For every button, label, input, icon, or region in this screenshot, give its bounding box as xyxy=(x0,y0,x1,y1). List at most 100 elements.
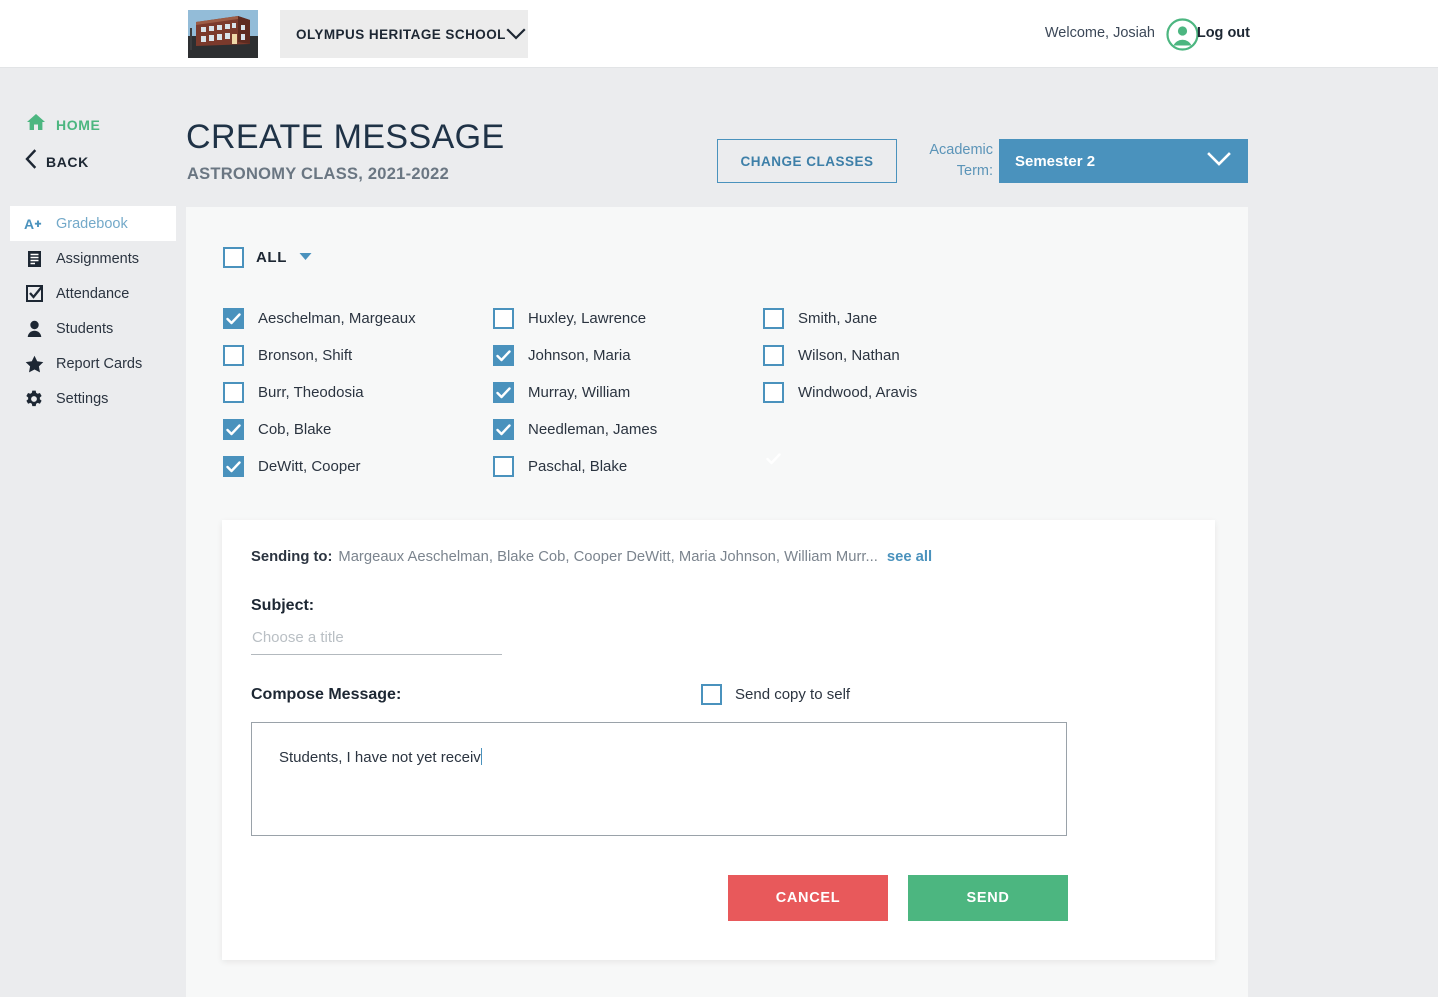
recipient-row[interactable]: Burr, Theodosia xyxy=(223,374,503,411)
home-icon xyxy=(26,113,46,136)
sending-to-label: Sending to: xyxy=(251,549,332,565)
recipient-row[interactable]: Aeschelman, Margeaux xyxy=(223,300,503,337)
recipient-checkbox[interactable] xyxy=(763,345,784,366)
recipient-row[interactable]: Smith, Jane xyxy=(763,300,1043,337)
gear-icon xyxy=(24,390,44,408)
sidebar-item-label: Students xyxy=(56,321,113,337)
caret-down-icon[interactable] xyxy=(299,248,312,266)
school-selector[interactable]: OLYMPUS HERITAGE SCHOOL xyxy=(280,10,528,58)
sidebar-home-link[interactable]: HOME xyxy=(26,113,100,136)
sidebar-item-settings[interactable]: Settings xyxy=(10,381,176,416)
recipient-checkbox[interactable] xyxy=(223,308,244,329)
academic-term-value: Semester 2 xyxy=(1015,153,1095,170)
welcome-text: Welcome, Josiah xyxy=(1045,25,1155,41)
star-icon xyxy=(24,355,44,373)
recipient-row[interactable]: Murray, William xyxy=(493,374,773,411)
recipient-checkbox[interactable] xyxy=(493,382,514,403)
recipient-name: Burr, Theodosia xyxy=(258,384,364,401)
sidebar-item-label: Attendance xyxy=(56,286,129,302)
recipient-checkbox[interactable] xyxy=(223,382,244,403)
sidebar-item-label: Gradebook xyxy=(56,216,128,232)
recipient-name: Windwood, Aravis xyxy=(798,384,917,401)
recipient-row[interactable]: Cob, Blake xyxy=(223,411,503,448)
compose-card: Sending to: Margeaux Aeschelman, Blake Co… xyxy=(222,520,1215,960)
checkbox-icon xyxy=(24,285,44,302)
school-name: OLYMPUS HERITAGE SCHOOL xyxy=(296,27,506,42)
message-textarea[interactable]: Students, I have not yet receiv xyxy=(251,722,1067,836)
sidebar-back-label: BACK xyxy=(46,154,89,170)
recipient-checkbox[interactable] xyxy=(223,345,244,366)
message-text-wrapper: Students, I have not yet receiv xyxy=(279,748,482,766)
sidebar: HOME BACK A Gradebook xyxy=(0,68,186,997)
cancel-button[interactable]: CANCEL xyxy=(728,875,888,921)
academic-term-dropdown[interactable]: Semester 2 xyxy=(999,139,1248,183)
academic-term-label: Academic Term: xyxy=(907,140,993,182)
chevron-down-icon xyxy=(506,28,526,41)
recipient-name: Bronson, Shift xyxy=(258,347,352,364)
sending-to-names: Margeaux Aeschelman, Blake Cob, Cooper D… xyxy=(338,549,877,565)
recipient-checkbox[interactable] xyxy=(493,456,514,477)
school-building-photo xyxy=(188,10,258,58)
select-all-label: ALL xyxy=(256,249,287,266)
page-title: CREATE MESSAGE xyxy=(186,118,505,157)
sidebar-item-assignments[interactable]: Assignments xyxy=(10,241,176,276)
see-all-link[interactable]: see all xyxy=(887,549,932,565)
text-cursor xyxy=(481,748,483,765)
subject-input[interactable] xyxy=(251,625,502,655)
select-all-checkbox[interactable] xyxy=(223,247,244,268)
main-panel: ALL Aeschelman, Margeaux Bronson, Shift xyxy=(186,207,1248,997)
sidebar-home-label: HOME xyxy=(56,117,100,133)
person-icon xyxy=(24,320,44,338)
sidebar-item-students[interactable]: Students xyxy=(10,311,176,346)
page-subtitle: ASTRONOMY CLASS, 2021-2022 xyxy=(187,165,449,184)
recipient-name: Johnson, Maria xyxy=(528,347,631,364)
recipient-checkbox[interactable] xyxy=(763,308,784,329)
send-copy-to-self-label: Send copy to self xyxy=(735,686,850,703)
school-thumbnail xyxy=(188,10,258,58)
recipient-name: Aeschelman, Margeaux xyxy=(258,310,416,327)
send-copy-to-self-checkbox[interactable] xyxy=(701,684,722,705)
sidebar-menu: A Gradebook Assignments xyxy=(10,206,176,416)
recipient-name: Huxley, Lawrence xyxy=(528,310,646,327)
recipient-row[interactable]: Bronson, Shift xyxy=(223,337,503,374)
change-classes-button[interactable]: CHANGE CLASSES xyxy=(717,139,897,183)
recipient-checkbox[interactable] xyxy=(493,308,514,329)
recipient-column: Aeschelman, Margeaux Bronson, Shift Burr… xyxy=(223,300,503,485)
recipient-checkbox[interactable] xyxy=(223,419,244,440)
sidebar-back-link[interactable]: BACK xyxy=(24,149,89,174)
top-bar: OLYMPUS HERITAGE SCHOOL Welcome, Josiah … xyxy=(0,0,1438,68)
recipient-row[interactable]: Huxley, Lawrence xyxy=(493,300,773,337)
recipient-column: Smith, Jane Wilson, Nathan Windwood, Ara… xyxy=(763,300,1043,411)
recipient-checkbox[interactable] xyxy=(493,345,514,366)
recipient-name: Paschal, Blake xyxy=(528,458,627,475)
select-all-row[interactable]: ALL xyxy=(223,245,1223,269)
recipient-checkbox[interactable] xyxy=(763,382,784,403)
recipient-checkbox[interactable] xyxy=(223,456,244,477)
recipient-row[interactable]: Windwood, Aravis xyxy=(763,374,1043,411)
compose-message-label: Compose Message: xyxy=(251,686,401,704)
sidebar-item-report-cards[interactable]: Report Cards xyxy=(10,346,176,381)
recipient-name: Smith, Jane xyxy=(798,310,877,327)
chevron-down-icon xyxy=(1204,150,1234,173)
a-plus-icon: A xyxy=(24,216,44,232)
recipient-row[interactable]: DeWitt, Cooper xyxy=(223,448,503,485)
recipient-row[interactable]: Wilson, Nathan xyxy=(763,337,1043,374)
recipient-row[interactable]: Johnson, Maria xyxy=(493,337,773,374)
send-button[interactable]: SEND xyxy=(908,875,1068,921)
message-text: Students, I have not yet receiv xyxy=(279,749,481,766)
recipient-row[interactable]: Needleman, James xyxy=(493,411,773,448)
sidebar-item-gradebook[interactable]: A Gradebook xyxy=(10,206,176,241)
recipient-selector: ALL Aeschelman, Margeaux Bronson, Shift xyxy=(223,245,1223,269)
sidebar-item-attendance[interactable]: Attendance xyxy=(10,276,176,311)
user-circle-icon[interactable] xyxy=(1166,18,1199,51)
logout-button[interactable]: Log out xyxy=(1197,25,1250,41)
send-copy-to-self-row[interactable]: Send copy to self xyxy=(701,684,850,705)
recipient-name: Wilson, Nathan xyxy=(798,347,900,364)
recipient-row[interactable]: Paschal, Blake xyxy=(493,448,773,485)
document-icon xyxy=(24,250,44,268)
stray-check-glyph xyxy=(763,448,784,469)
recipient-name: DeWitt, Cooper xyxy=(258,458,361,475)
sidebar-item-label: Settings xyxy=(56,391,108,407)
subject-label: Subject: xyxy=(251,597,314,615)
recipient-checkbox[interactable] xyxy=(493,419,514,440)
